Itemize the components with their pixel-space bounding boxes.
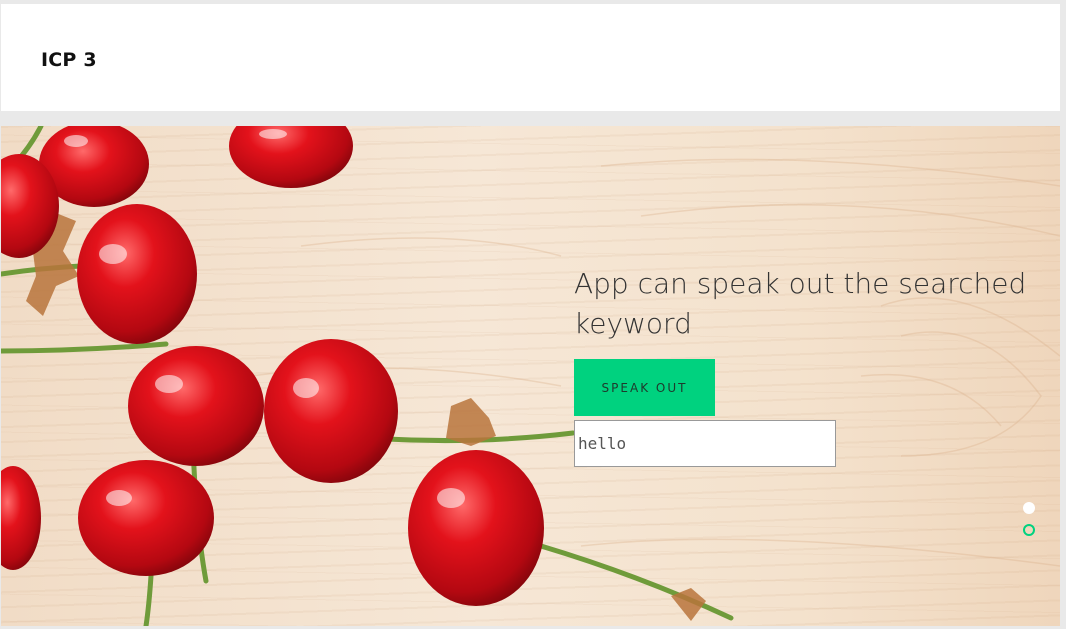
slider-dot-1[interactable] xyxy=(1023,502,1035,514)
hero-background-image xyxy=(1,126,1060,626)
slider-dot-2[interactable] xyxy=(1023,524,1035,536)
site-header: ICP 3 xyxy=(1,4,1060,111)
hero-banner: App can speak out the searched keyword S… xyxy=(1,126,1060,626)
keyword-input[interactable] xyxy=(574,420,836,467)
brand-title[interactable]: ICP 3 xyxy=(41,49,97,71)
speak-out-button[interactable]: Speak out xyxy=(574,359,715,416)
hero-headline: App can speak out the searched keyword xyxy=(574,267,1027,340)
